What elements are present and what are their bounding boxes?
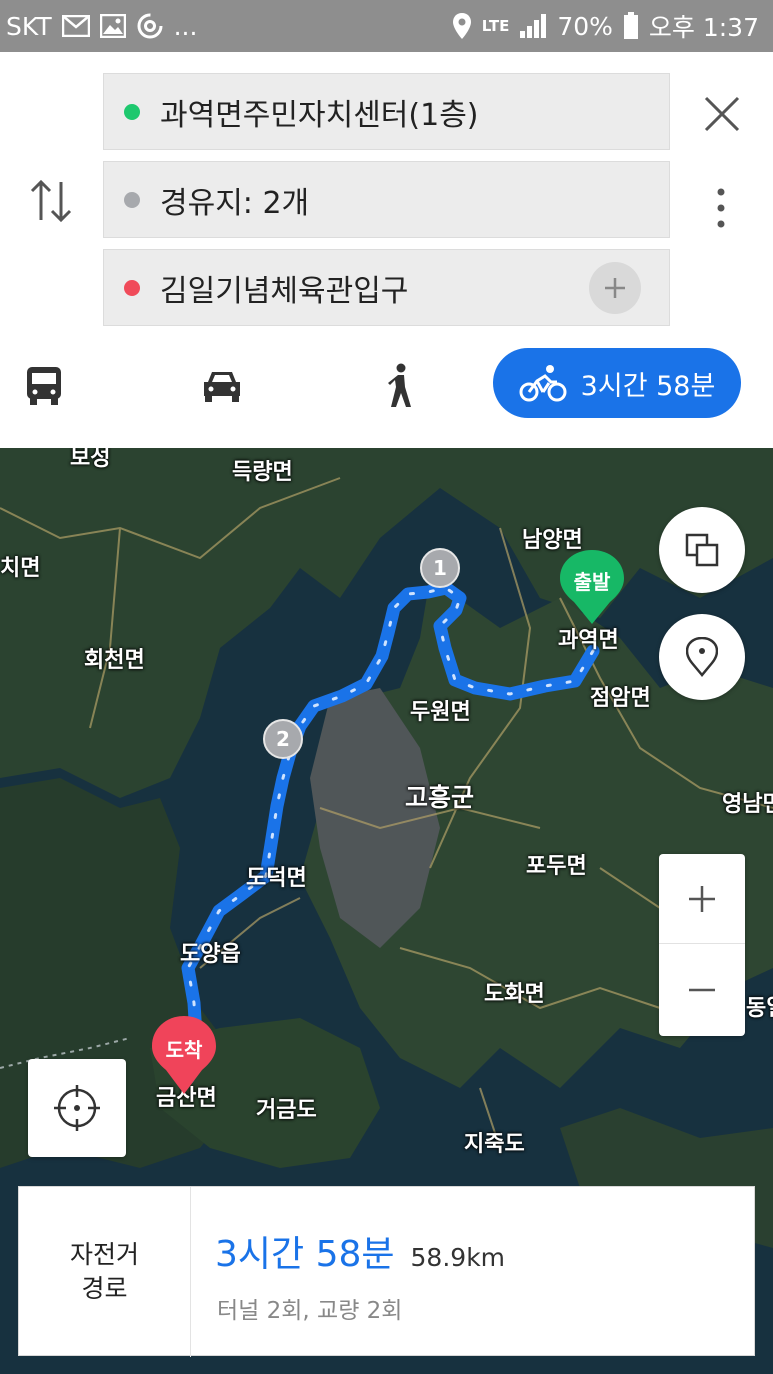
more-options-button[interactable] xyxy=(706,184,736,232)
mode-bus-button[interactable] xyxy=(14,356,74,416)
transport-mode-bar: 3시간 58분 xyxy=(0,348,773,424)
mail-icon xyxy=(61,15,90,37)
route-header: 과역면주민자치센터(1층) 경유지: 2개 김일기념체육관입구 3시간 58분 xyxy=(0,52,773,448)
route-details: 터널 2회, 교량 2회 xyxy=(217,1298,403,1324)
waypoints-field[interactable]: 경유지: 2개 xyxy=(103,161,670,238)
map-label: 보성 xyxy=(70,448,111,471)
bicycle-time-label: 3시간 58분 xyxy=(580,370,716,402)
map-label: 지죽도 xyxy=(464,1132,525,1157)
map-label: 동일 xyxy=(746,996,773,1021)
more-vertical-icon xyxy=(717,188,725,228)
map-label: 점암면 xyxy=(590,686,651,711)
zoom-out-button[interactable] xyxy=(659,945,745,1035)
map-label: 치면 xyxy=(0,556,41,581)
destination-dot-icon xyxy=(124,279,140,296)
location-icon xyxy=(452,12,472,40)
swap-route-button[interactable] xyxy=(28,176,74,226)
end-pin-label: 도착 xyxy=(165,1038,203,1062)
map-pin-button[interactable] xyxy=(659,614,745,700)
network-type-label: LTE xyxy=(481,17,510,35)
more-notifications-label: ... xyxy=(173,11,198,41)
image-icon xyxy=(99,14,126,38)
map-label: 도화면 xyxy=(484,982,545,1007)
route-distance: 58.9km xyxy=(410,1243,506,1272)
end-pin[interactable]: 도착 xyxy=(152,1016,216,1096)
plus-icon xyxy=(689,885,715,912)
mode-walk-button[interactable] xyxy=(370,356,430,416)
waypoint-1-marker[interactable]: 1 xyxy=(420,548,460,588)
map-layers-button[interactable] xyxy=(659,507,745,593)
map-label: 득량면 xyxy=(232,460,293,485)
mode-car-button[interactable] xyxy=(192,356,252,416)
zoom-in-button[interactable] xyxy=(659,854,745,944)
route-type-line2: 경로 xyxy=(81,1274,128,1303)
map-label: 거금도 xyxy=(256,1098,317,1123)
route-type: 자전거 경로 xyxy=(19,1187,191,1357)
signal-icon xyxy=(519,13,547,39)
close-icon xyxy=(704,96,740,132)
destination-field[interactable]: 김일기념체육관입구 xyxy=(103,249,670,326)
close-button[interactable] xyxy=(700,92,744,136)
clock-label: 오후 1:37 xyxy=(648,13,759,42)
bus-icon xyxy=(27,367,61,405)
battery-percent-label: 70% xyxy=(557,11,613,41)
origin-text: 과역면주민자치센터(1층) xyxy=(160,97,479,133)
status-right: LTE 70% 오후 1:37 xyxy=(452,8,759,44)
map-label: 도양읍 xyxy=(180,942,241,967)
route-summary-main: 3시간 58분 58.9km xyxy=(215,1225,505,1277)
status-bar: SKT ... LTE 70% 오후 1:37 xyxy=(0,0,773,52)
zoom-control xyxy=(659,854,745,1036)
origin-field[interactable]: 과역면주민자치센터(1층) xyxy=(103,73,670,150)
sync-icon xyxy=(136,12,164,40)
mode-bicycle-button[interactable]: 3시간 58분 xyxy=(493,348,741,418)
swap-arrows-icon xyxy=(30,179,72,223)
map-label: 고흥군 xyxy=(405,783,475,812)
origin-dot-icon xyxy=(124,103,140,120)
destination-text: 김일기념체육관입구 xyxy=(160,273,409,309)
current-location-button[interactable] xyxy=(28,1059,126,1157)
waypoint-dot-icon xyxy=(124,191,140,208)
battery-icon xyxy=(623,12,639,40)
minus-icon xyxy=(689,988,715,992)
car-icon xyxy=(204,372,240,402)
carrier-label: SKT xyxy=(6,11,52,41)
map-label: 영남면 xyxy=(722,792,773,817)
map-pin-outline-icon xyxy=(686,637,718,677)
walk-icon xyxy=(388,363,411,407)
status-left: SKT ... xyxy=(6,12,197,41)
map-label: 두원면 xyxy=(410,700,471,725)
crosshair-icon xyxy=(54,1085,100,1131)
plus-icon xyxy=(605,278,625,298)
add-waypoint-button[interactable] xyxy=(589,262,641,314)
waypoints-text: 경유지: 2개 xyxy=(160,185,310,221)
route-summary-card[interactable]: 자전거 경로 3시간 58분 58.9km 터널 2회, 교량 2회 xyxy=(18,1186,755,1357)
layers-icon xyxy=(685,533,719,567)
map-label: 포두면 xyxy=(526,854,587,879)
map-label: 도덕면 xyxy=(246,866,307,891)
route-type-line1: 자전거 xyxy=(69,1240,139,1270)
route-duration: 3시간 58분 xyxy=(215,1234,395,1275)
map-label: 회천면 xyxy=(84,648,145,673)
map-label: 과역면 xyxy=(558,628,619,653)
bicycle-icon xyxy=(519,365,567,402)
waypoint-2-marker[interactable]: 2 xyxy=(263,719,303,759)
start-pin[interactable]: 출발 xyxy=(560,550,624,626)
start-pin-label: 출발 xyxy=(573,570,611,594)
